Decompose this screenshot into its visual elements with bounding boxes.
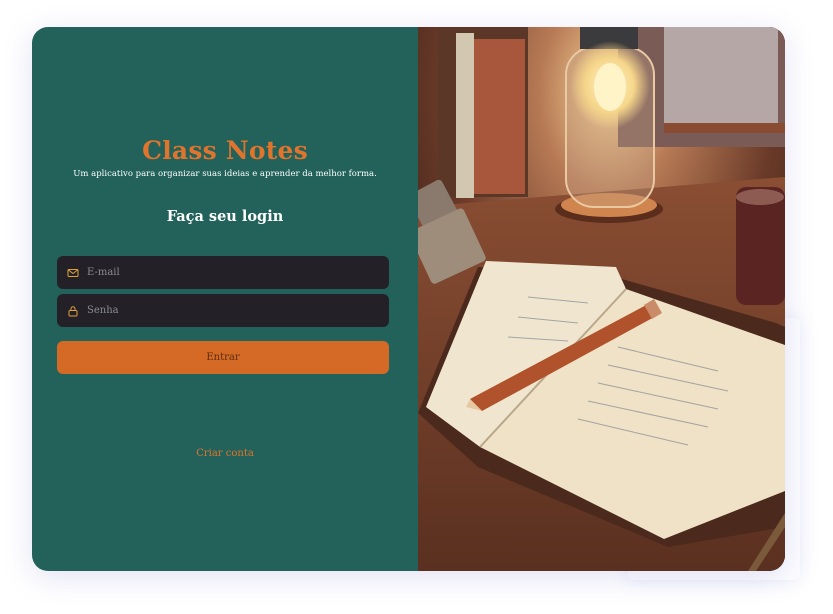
lock-icon — [67, 305, 79, 317]
email-input[interactable] — [85, 266, 369, 279]
app-subtitle: Um aplicativo para organizar suas ideias… — [73, 169, 377, 179]
login-heading: Faça seu login — [166, 208, 284, 225]
app-title: Class Notes — [142, 136, 308, 165]
email-field[interactable] — [57, 256, 389, 289]
login-card: Class Notes Um aplicativo para organizar… — [32, 27, 785, 571]
password-input[interactable] — [85, 304, 369, 317]
password-field[interactable] — [57, 294, 389, 327]
hero-illustration — [418, 27, 785, 571]
login-button[interactable]: Entrar — [57, 341, 389, 374]
create-account-link[interactable]: Criar conta — [32, 448, 418, 459]
login-panel: Class Notes Um aplicativo para organizar… — [32, 27, 418, 571]
mail-icon — [67, 267, 79, 279]
